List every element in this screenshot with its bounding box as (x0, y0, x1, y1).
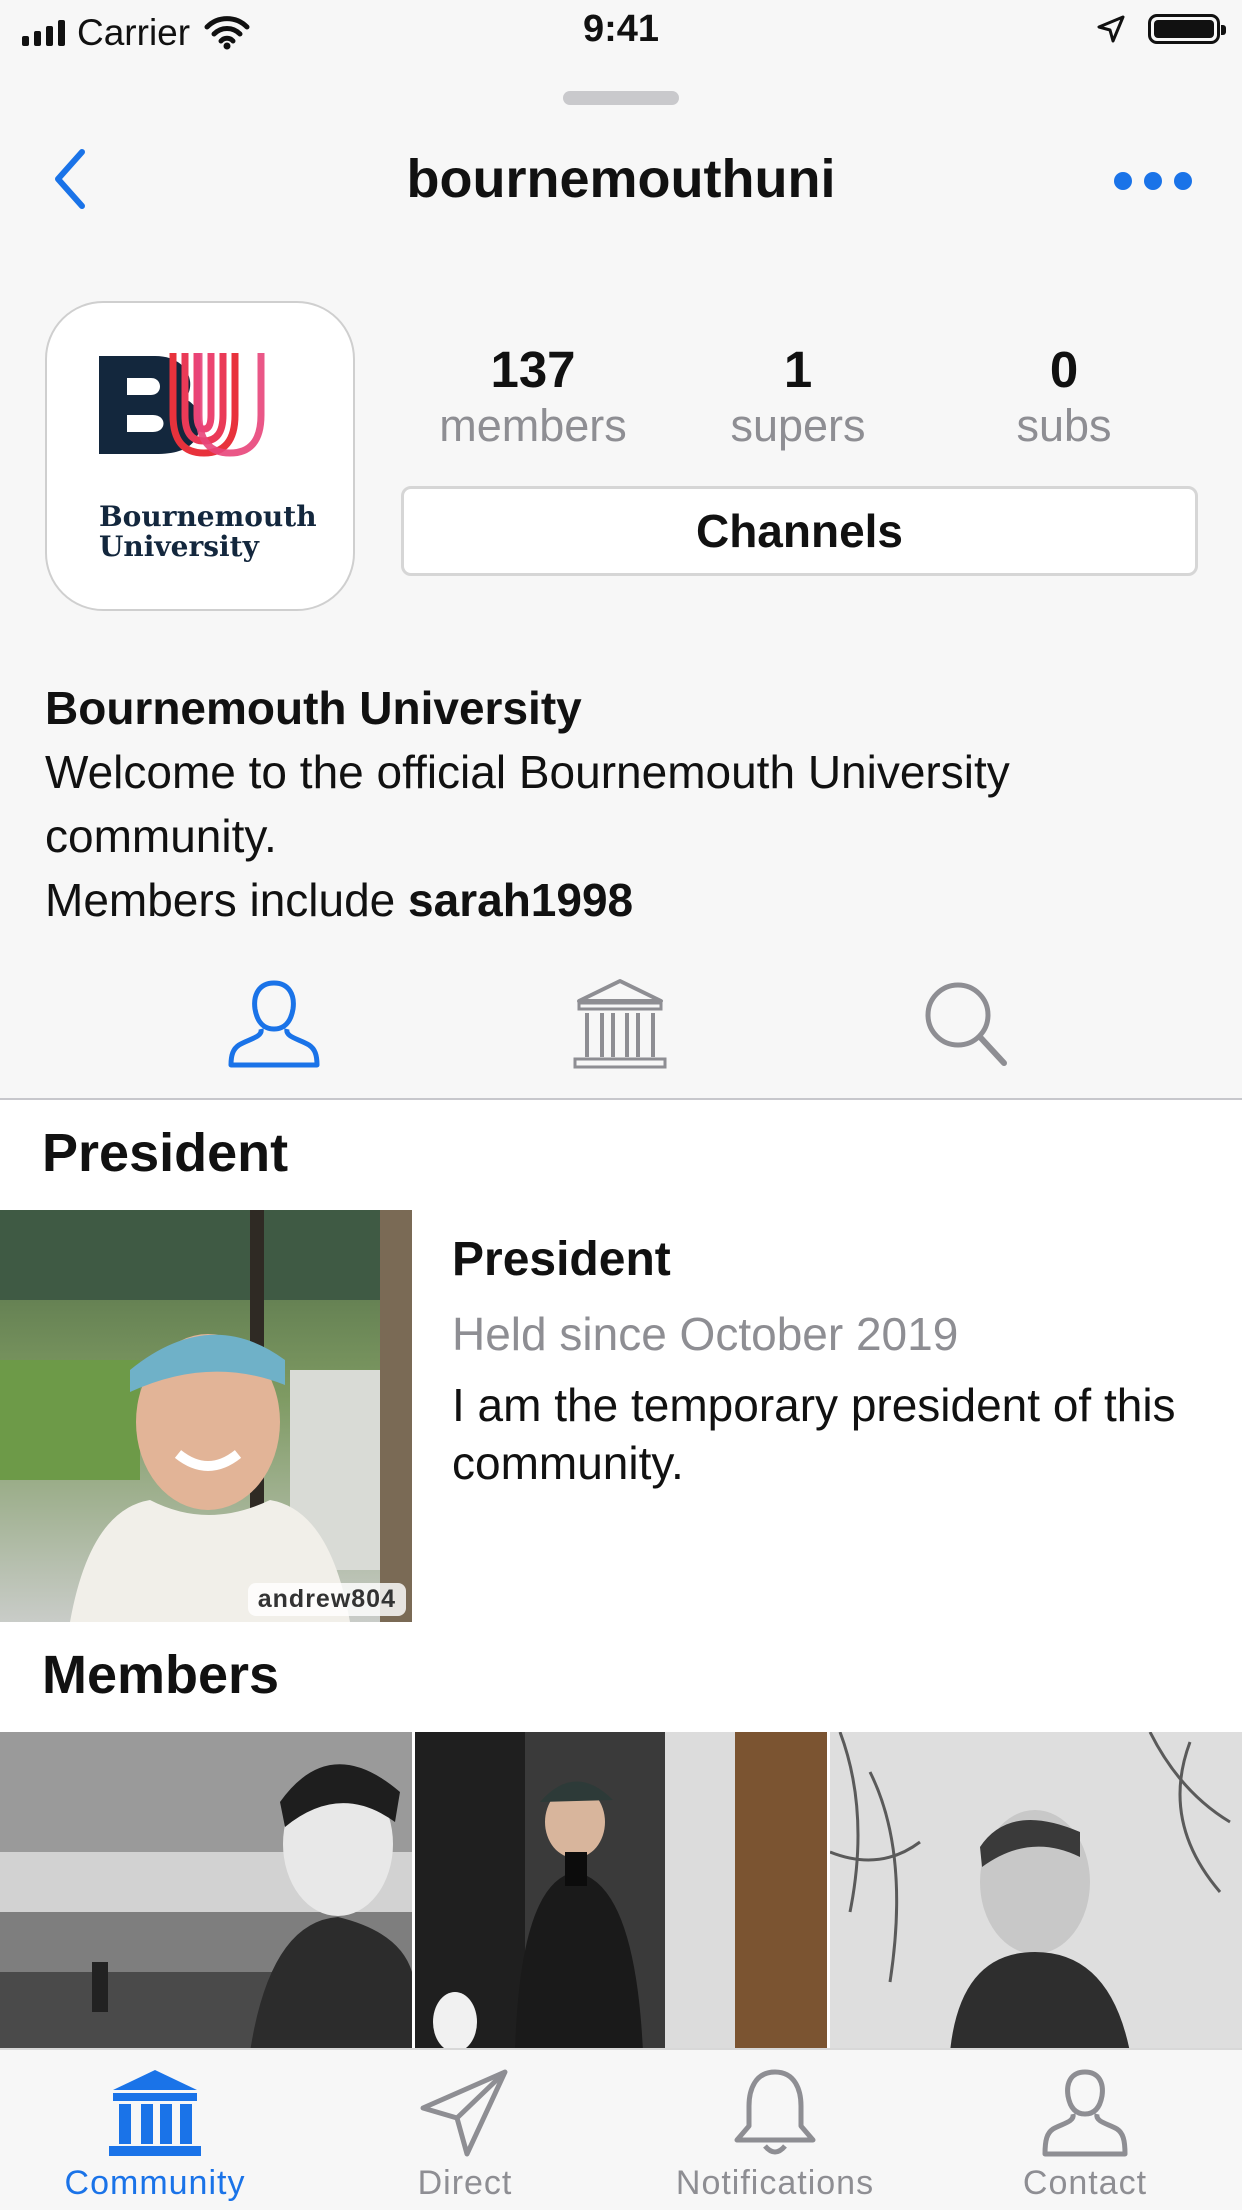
person-icon[interactable] (219, 975, 329, 1075)
stat-subs-value: 0 (1049, 341, 1079, 398)
page-title: bournemouthuni (406, 149, 836, 209)
tab-contact[interactable]: Contact (930, 2050, 1240, 2210)
members-include: Members include sarah1998 (45, 868, 1195, 932)
tab-community-label: Community (64, 2164, 246, 2202)
tab-contact-label: Contact (1022, 2164, 1148, 2202)
members-section-title: Members (42, 1645, 280, 1705)
community-content: President andrew804 President Held since… (0, 1100, 1242, 2048)
tab-notifications[interactable]: Notifications (620, 2050, 930, 2210)
stat-supers-value: 1 (783, 341, 813, 398)
status-bar: Carrier 9:41 (0, 0, 1242, 66)
president-photo[interactable]: andrew804 (0, 1210, 412, 1622)
community-bio: Bournemouth University Welcome to the of… (45, 676, 1195, 932)
member-photo[interactable] (830, 1732, 1242, 2048)
logo-text-line1: Bournemouth (99, 500, 317, 533)
channels-button[interactable]: Channels (401, 486, 1198, 576)
stat-members-value: 137 (490, 341, 576, 398)
location-arrow-icon (1097, 15, 1125, 43)
institution-icon[interactable] (565, 975, 675, 1075)
profile-tabs (0, 975, 1242, 1100)
stat-supers-label: supers (730, 400, 866, 451)
president-section-title: President (42, 1123, 289, 1183)
president-description: I am the temporary president of this com… (452, 1379, 1176, 1489)
logo-text-line2: University (99, 530, 260, 563)
president-since: Held since October 2019 (452, 1308, 959, 1360)
tab-direct-label: Direct (417, 2164, 513, 2202)
stat-members-label: members (439, 400, 627, 451)
paper-plane-icon (420, 2069, 508, 2157)
status-time: 9:41 (582, 8, 660, 50)
sheet-grabber[interactable] (563, 91, 679, 105)
more-options-icon[interactable] (1112, 166, 1192, 196)
person-icon (1042, 2069, 1128, 2157)
bell-icon (734, 2069, 816, 2155)
stat-subs-label: subs (1016, 400, 1112, 451)
stat-supers[interactable]: 1 supers (678, 340, 918, 452)
institution-icon (109, 2070, 201, 2156)
president-info: President Held since October 2019 I am t… (452, 1230, 1212, 1492)
community-logo: Bournemouth University (45, 301, 355, 611)
navigation-bar: bournemouthuni (0, 130, 1242, 230)
tab-bar: Community Direct Notifications Contact (0, 2048, 1242, 2208)
stat-members[interactable]: 137 members (413, 340, 653, 452)
member-photo[interactable] (0, 1732, 412, 2048)
president-username-tag: andrew804 (247, 1583, 406, 1616)
members-include-prefix: Members include (45, 874, 409, 926)
tab-notifications-label: Notifications (675, 2164, 875, 2202)
battery-icon (1148, 14, 1226, 44)
member-username-link[interactable]: sarah1998 (408, 874, 633, 926)
tab-community[interactable]: Community (0, 2050, 310, 2210)
stat-subs[interactable]: 0 subs (944, 340, 1184, 452)
community-description: Welcome to the official Bournemouth Univ… (45, 746, 1010, 862)
community-name: Bournemouth University (45, 682, 582, 734)
president-role: President (452, 1233, 671, 1286)
tab-direct[interactable]: Direct (310, 2050, 620, 2210)
search-icon[interactable] (912, 975, 1022, 1075)
member-photo[interactable] (415, 1732, 827, 2048)
